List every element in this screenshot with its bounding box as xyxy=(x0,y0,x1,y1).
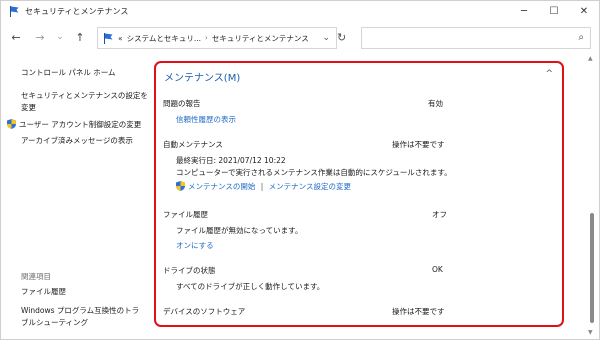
auto-maintenance-label: 自動メンテナンス xyxy=(163,140,223,149)
device-software-label: デバイスのソフトウェア xyxy=(163,307,246,316)
back-button[interactable]: ← xyxy=(7,28,25,46)
minimize-button[interactable]: ─ xyxy=(509,1,539,21)
scroll-up-icon[interactable]: ▲ xyxy=(588,55,593,62)
forward-button[interactable]: → xyxy=(31,28,49,46)
breadcrumb-system-security[interactable]: システムとセキュリ... xyxy=(127,33,201,44)
auto-maintenance-actions: メンテナンスの開始 | メンテナンス設定の変更 xyxy=(176,181,351,192)
vertical-scrollbar[interactable]: ▲ ▼ xyxy=(586,53,598,339)
uac-shield-icon xyxy=(176,181,185,191)
start-maintenance-link[interactable]: メンテナンスの開始 xyxy=(188,182,255,191)
sidebar-link-line: Windows プログラム互換性のトラ xyxy=(21,306,140,315)
scroll-down-icon[interactable]: ▼ xyxy=(588,329,593,336)
up-arrow-icon: ↑ xyxy=(75,30,85,44)
breadcrumb-security-maintenance[interactable]: セキュリティとメンテナンス xyxy=(212,33,309,44)
sidebar-link-line: セキュリティとメンテナンスの設定を xyxy=(21,91,148,100)
sidebar: コントロール パネル ホーム セキュリティとメンテナンスの設定を 変更 ユーザー… xyxy=(1,53,151,339)
search-icon: ⌕ xyxy=(578,32,584,43)
auto-maintenance-status: 操作は不要です xyxy=(392,140,445,149)
security-flag-icon xyxy=(10,6,19,17)
reliability-history-link[interactable]: 信頼性履歴の表示 xyxy=(176,114,236,125)
navigation-bar: ← → ⌄ ↑ « システムとセキュリ... › セキュリティとメンテナンス ⌄… xyxy=(1,25,599,51)
up-button[interactable]: ↑ xyxy=(71,28,89,46)
problem-reports-label: 問題の報告 xyxy=(163,99,201,108)
related-heading: 関連項目 xyxy=(21,272,51,281)
chevron-down-icon: ⌄ xyxy=(56,32,64,42)
sidebar-link-archived-messages[interactable]: アーカイブ済みメッセージの表示 xyxy=(21,135,133,147)
turn-on-file-history-link[interactable]: オンにする xyxy=(176,240,214,251)
sidebar-link-line: ブルシューティング xyxy=(21,318,89,327)
control-panel-window: セキュリティとメンテナンス ─ ☐ ✕ ← → ⌄ ↑ « システムとセキュリ.… xyxy=(0,0,600,340)
collapse-chevron-icon[interactable]: ^ xyxy=(545,69,553,79)
maintenance-section: メンテナンス(M) ^ 問題の報告 有効 信頼性履歴の表示 自動メンテナンス 操… xyxy=(154,61,564,327)
back-arrow-icon: ← xyxy=(11,30,21,44)
title-bar: セキュリティとメンテナンス ─ ☐ ✕ xyxy=(1,1,599,21)
drive-status-desc: すべてのドライブが正しく動作しています。 xyxy=(176,282,325,291)
last-run-text: 最終実行日: 2021/07/12 10:22 xyxy=(176,156,286,165)
scroll-thumb[interactable] xyxy=(590,213,594,323)
close-icon: ✕ xyxy=(579,5,589,17)
device-software-status: 操作は不要です xyxy=(392,307,445,316)
forward-arrow-icon: → xyxy=(35,30,45,44)
sidebar-link-line: 変更 xyxy=(21,103,36,112)
refresh-button[interactable]: ↻ xyxy=(337,31,346,44)
change-maintenance-settings-link[interactable]: メンテナンス設定の変更 xyxy=(269,182,351,191)
auto-maintenance-desc: コンピューターで実行されるメンテナンス作業は自動的にスケジュールされます。 xyxy=(176,168,452,177)
minimize-icon: ─ xyxy=(520,5,528,17)
recent-locations-button[interactable]: ⌄ xyxy=(51,28,69,46)
breadcrumb-separator: › xyxy=(205,34,208,42)
file-history-desc: ファイル履歴が無効になっています。 xyxy=(176,226,303,235)
security-flag-icon xyxy=(104,33,113,44)
window-title: セキュリティとメンテナンス xyxy=(25,7,129,16)
uac-shield-icon xyxy=(7,119,16,129)
file-history-label: ファイル履歴 xyxy=(163,210,208,219)
file-history-status: オフ xyxy=(432,210,447,219)
drive-status-value: OK xyxy=(432,265,443,274)
link-separator: | xyxy=(260,182,264,191)
sidebar-link-label: ユーザー アカウント制御設定の変更 xyxy=(19,120,142,129)
maximize-icon: ☐ xyxy=(549,5,559,17)
sidebar-link-change-settings[interactable]: セキュリティとメンテナンスの設定を 変更 xyxy=(21,90,148,114)
close-button[interactable]: ✕ xyxy=(569,1,599,21)
search-input[interactable]: ⌕ xyxy=(361,27,591,49)
breadcrumb-overflow[interactable]: « xyxy=(118,34,123,43)
address-dropdown-icon[interactable]: ⌄ xyxy=(322,33,330,43)
maximize-button[interactable]: ☐ xyxy=(539,1,569,21)
sidebar-link-file-history[interactable]: ファイル履歴 xyxy=(21,286,66,298)
maintenance-section-title[interactable]: メンテナンス(M) xyxy=(164,69,240,84)
drive-status-label: ドライブの状態 xyxy=(163,266,216,275)
sidebar-link-uac[interactable]: ユーザー アカウント制御設定の変更 xyxy=(7,119,141,131)
address-bar[interactable]: « システムとセキュリ... › セキュリティとメンテナンス ⌄ xyxy=(97,27,337,49)
sidebar-link-compat-troubleshooter[interactable]: Windows プログラム互換性のトラ ブルシューティング xyxy=(21,305,139,329)
problem-reports-status: 有効 xyxy=(428,99,443,108)
sidebar-link-control-panel-home[interactable]: コントロール パネル ホーム xyxy=(21,67,116,79)
